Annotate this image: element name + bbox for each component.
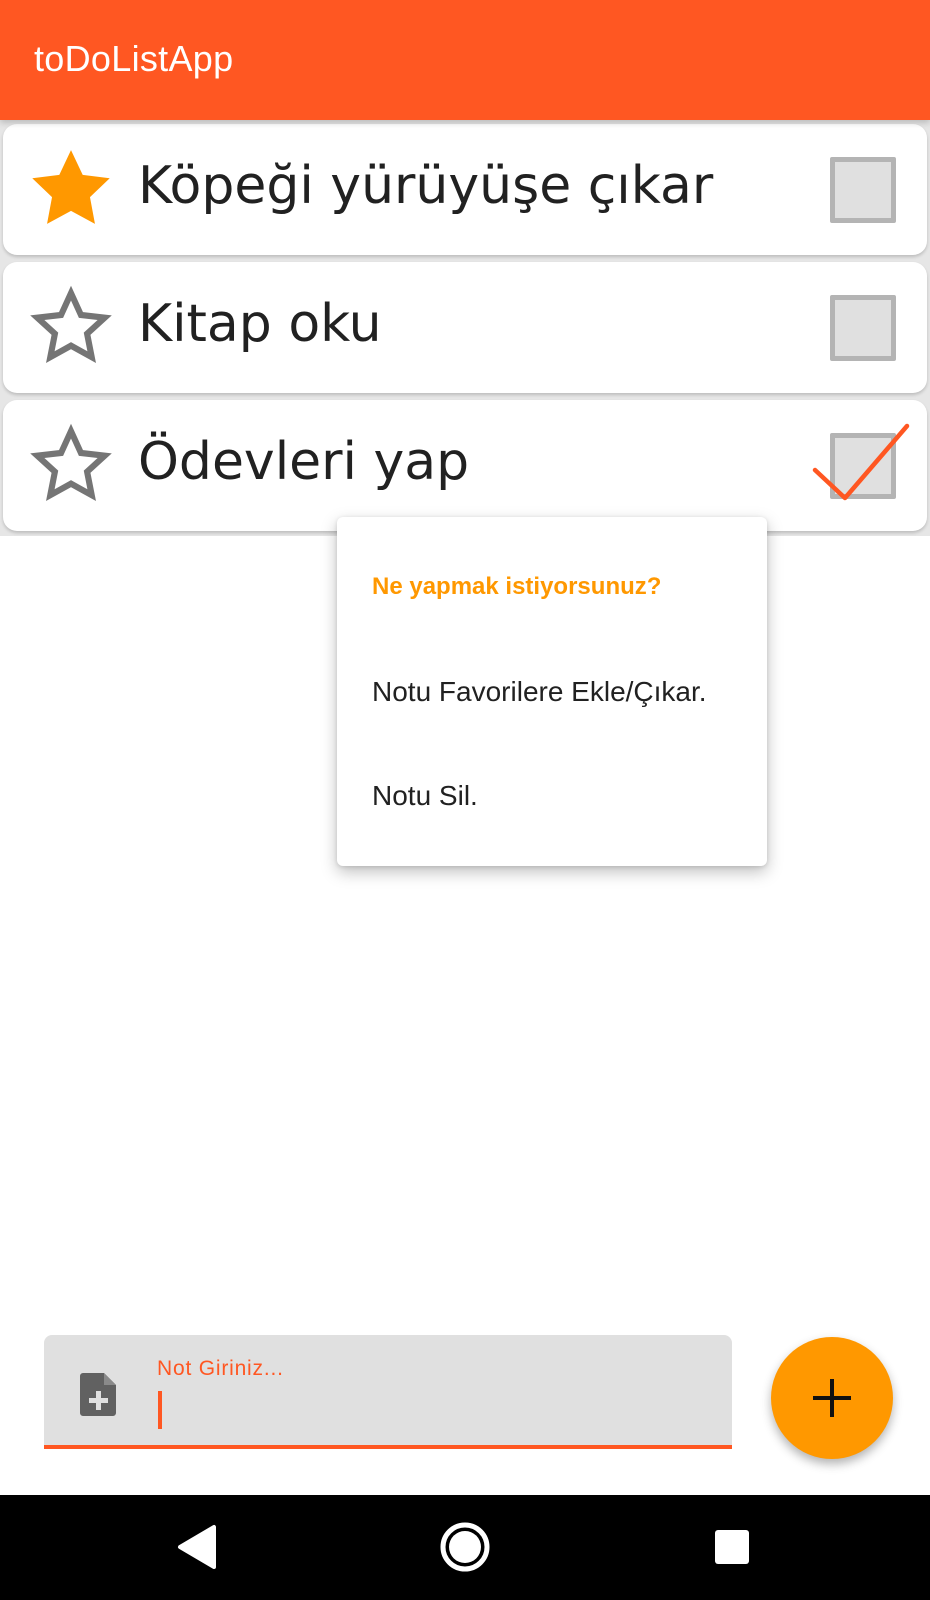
note-add-icon [80, 1373, 116, 1416]
action-dialog: Ne yapmak istiyorsunuz? Notu Favorilere … [337, 517, 767, 866]
note-input-container[interactable]: Not Giriniz... [44, 1335, 732, 1449]
todo-item[interactable]: Ödevleri yap [3, 400, 927, 531]
system-nav-bar [0, 1495, 930, 1600]
note-input[interactable] [157, 1387, 697, 1431]
toggle-favorite-option[interactable]: Notu Favorilere Ekle/Çıkar. [372, 676, 707, 708]
todo-title: Köpeği yürüyüşe çıkar [138, 156, 714, 216]
todo-checkbox[interactable] [830, 157, 896, 223]
todo-checkbox[interactable] [830, 295, 896, 361]
star-outline-icon[interactable] [25, 420, 117, 512]
back-icon[interactable] [166, 1515, 230, 1579]
app-title: toDoListApp [34, 38, 234, 79]
star-outline-icon[interactable] [25, 282, 117, 374]
checkmark-icon [812, 423, 910, 501]
todo-title: Ödevleri yap [138, 432, 470, 492]
app-bar: toDoListApp [0, 0, 930, 120]
todo-item[interactable]: Köpeği yürüyüşe çıkar [3, 124, 927, 255]
todo-item[interactable]: Kitap oku [3, 262, 927, 393]
note-input-label: Not Giriniz... [157, 1357, 284, 1380]
todo-list: Köpeği yürüyüşe çıkar Kitap oku Ödevleri… [0, 120, 930, 536]
star-filled-icon[interactable] [25, 144, 117, 236]
delete-note-option[interactable]: Notu Sil. [372, 780, 478, 812]
home-icon[interactable] [433, 1515, 497, 1579]
todo-title: Kitap oku [138, 294, 382, 354]
plus-icon [813, 1379, 851, 1417]
text-cursor [158, 1391, 162, 1429]
dialog-title: Ne yapmak istiyorsunuz? [372, 573, 662, 600]
add-note-button[interactable] [771, 1337, 893, 1459]
recents-icon[interactable] [700, 1515, 764, 1579]
